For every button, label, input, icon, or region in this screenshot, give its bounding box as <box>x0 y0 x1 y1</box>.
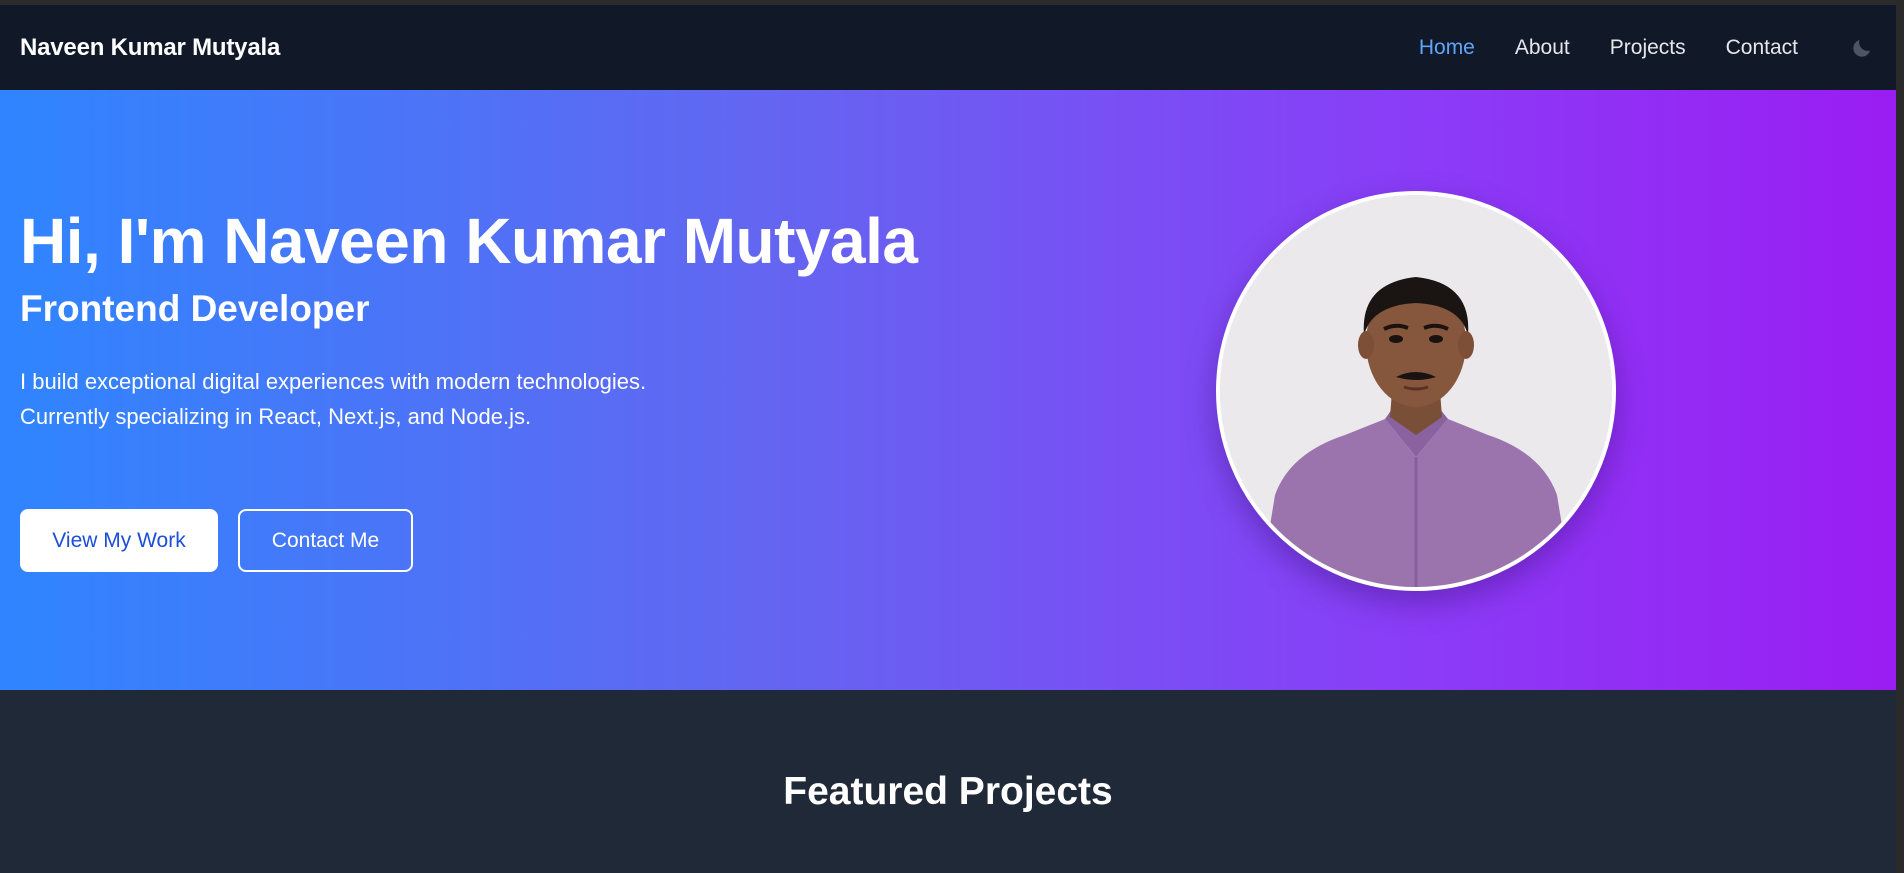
nav-links: Home About Projects Contact <box>1379 34 1876 62</box>
window-scrollbar[interactable] <box>1896 0 1904 873</box>
profile-photo <box>1216 191 1616 591</box>
featured-projects-title: Featured Projects <box>783 770 1113 813</box>
nav-link-about[interactable]: About <box>1515 36 1570 60</box>
nav-link-home[interactable]: Home <box>1419 36 1475 60</box>
view-my-work-button[interactable]: View My Work <box>20 509 218 572</box>
hero-section: Hi, I'm Naveen Kumar Mutyala Frontend De… <box>0 90 1896 690</box>
profile-photo-illustration <box>1220 195 1612 587</box>
contact-me-button[interactable]: Contact Me <box>238 509 413 572</box>
nav-link-contact[interactable]: Contact <box>1726 36 1798 60</box>
theme-toggle-button[interactable] <box>1848 34 1876 62</box>
site-brand[interactable]: Naveen Kumar Mutyala <box>20 34 280 62</box>
hero-description: I build exceptional digital experiences … <box>20 369 647 429</box>
nav-link-projects[interactable]: Projects <box>1610 36 1686 60</box>
moon-icon <box>1853 39 1870 57</box>
hero-subtitle: Frontend Developer <box>20 288 370 329</box>
hero-title: Hi, I'm Naveen Kumar Mutyala <box>20 205 918 277</box>
navbar: Naveen Kumar Mutyala Home About Projects… <box>0 5 1896 90</box>
